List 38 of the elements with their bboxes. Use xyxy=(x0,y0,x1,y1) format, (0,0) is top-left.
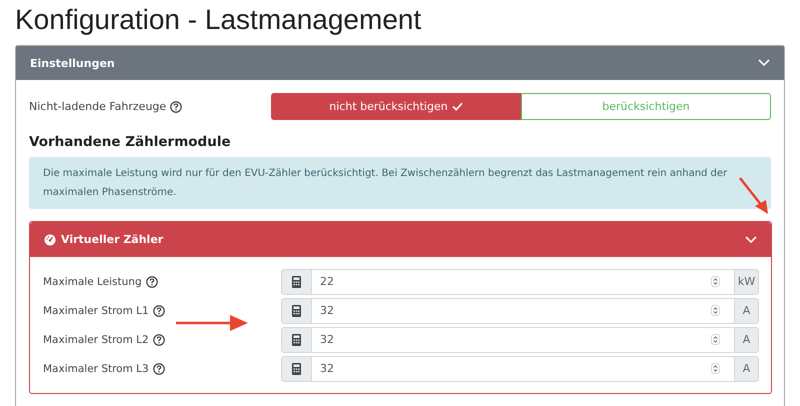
calculator-icon xyxy=(292,276,301,288)
number-input[interactable]: 32 xyxy=(312,298,734,324)
spinner-icon[interactable] xyxy=(711,363,720,374)
field-label: Maximaler Strom L2 xyxy=(43,334,149,346)
unit-addon: A xyxy=(734,326,759,352)
gauge-icon xyxy=(44,234,56,246)
meter-card-title: Virtueller Zähler xyxy=(61,233,164,246)
unit-addon: A xyxy=(734,298,759,324)
annotation-arrow xyxy=(176,314,248,332)
unit-addon: kW xyxy=(734,268,759,294)
calculator-icon xyxy=(292,334,301,346)
annotation-arrow xyxy=(738,176,770,216)
check-icon xyxy=(452,102,463,111)
number-input[interactable]: 22 xyxy=(312,268,734,294)
field-label: Maximaler Strom L3 xyxy=(43,362,149,374)
info-alert: Die maximale Leistung wird nur für den EVU-Zähler berücksichtigt. Bei Zwischenzählern begrenzt das Lastmanagement rein anhand der maximalen Phasenströme. xyxy=(29,157,771,209)
calculator-icon xyxy=(292,304,301,316)
section-heading: Vorhandene Zählermodule xyxy=(29,133,232,152)
setting-label: Nicht-ladende Fahrzeuge xyxy=(29,100,166,113)
calculator-icon xyxy=(292,362,301,374)
help-icon[interactable] xyxy=(152,304,165,316)
meter-card-header[interactable]: Virtueller Zähler xyxy=(30,222,771,257)
help-icon[interactable] xyxy=(152,362,165,374)
help-icon[interactable] xyxy=(152,334,165,346)
help-icon[interactable] xyxy=(170,100,182,112)
page-title: Konfiguration - Lastmanagement xyxy=(14,3,422,37)
field-label: Maximaler Strom L1 xyxy=(43,304,149,316)
card-title: Einstellungen xyxy=(30,56,115,70)
number-input[interactable]: 32 xyxy=(312,326,734,352)
toggle-option[interactable]: nicht berücksichtigen xyxy=(271,93,521,120)
card-header[interactable]: Einstellungen xyxy=(16,46,784,80)
number-input[interactable]: 32 xyxy=(312,356,734,382)
spinner-icon[interactable] xyxy=(711,305,720,316)
spinner-icon[interactable] xyxy=(711,334,720,345)
help-icon[interactable] xyxy=(146,276,158,288)
spinner-icon[interactable] xyxy=(711,276,720,287)
field-label: Maximale Leistung xyxy=(43,276,142,288)
unit-addon: A xyxy=(734,356,759,382)
